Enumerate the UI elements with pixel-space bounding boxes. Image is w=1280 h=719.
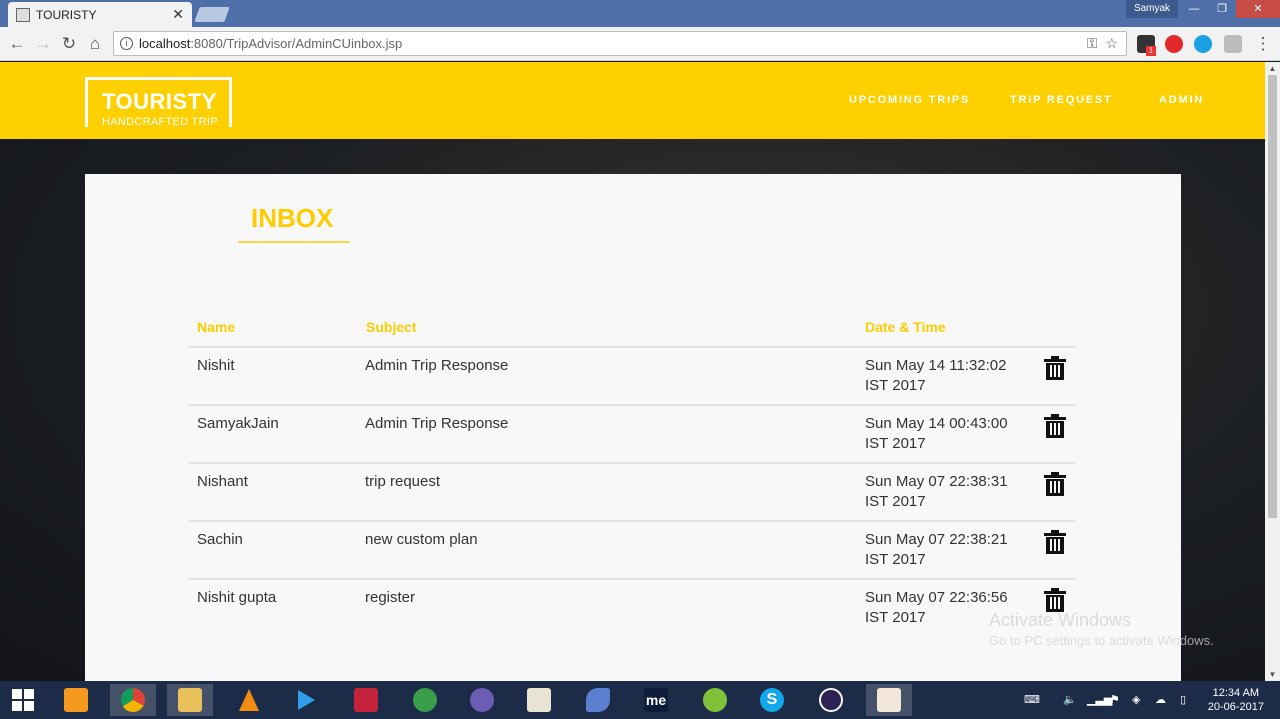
green-app-icon[interactable] [692,684,738,716]
row-name: Nishant [197,473,248,490]
browser-tab[interactable]: TOURISTY ✕ [8,2,192,27]
screen-recorder-icon[interactable] [343,684,389,716]
clock-date: 20-06-2017 [1207,701,1264,713]
scroll-down-icon[interactable]: ▼ [1265,668,1280,681]
watermark-subtitle: Go to PC settings to activate Windows. [989,633,1214,648]
volume-icon[interactable]: 🔈 [1063,693,1077,706]
activate-windows-watermark: Activate Windows Go to PC settings to ac… [989,610,1214,648]
scroll-up-icon[interactable]: ▲ [1265,62,1280,75]
dolphin-icon[interactable] [575,684,621,716]
skype-icon[interactable]: S [749,684,795,716]
address-bar[interactable]: i localhost:8080/TripAdvisor/AdminCUinbo… [113,31,1127,56]
trash-icon[interactable] [1044,414,1066,438]
row-subject: Admin Trip Response [365,415,509,432]
java-icon[interactable] [866,684,912,716]
row-name: Nishit [197,357,235,374]
globe-download-icon[interactable] [402,684,448,716]
row-subject: register [365,589,416,606]
nav-trip-request[interactable]: TRIP REQUEST [1010,94,1113,106]
windows-taskbar: me S ⌨ 🔈 ▁▃▅ ⚑ ◈ ☁ ▯ 12:34 AM 20-06-2017 [0,681,1280,719]
row-datetime: Sun May 07 22:36:56 IST 2017 [865,589,1008,626]
site-logo[interactable]: TOURISTY HANDCRAFTED TRIP [85,77,232,128]
battery-icon[interactable]: ▯ [1180,693,1186,706]
skype-extension-icon[interactable] [1194,35,1212,53]
notepad-icon[interactable] [516,684,562,716]
cloud-icon[interactable]: ☁ [1155,693,1166,706]
trash-icon[interactable] [1044,588,1066,612]
nav-admin[interactable]: ADMIN [1159,94,1204,106]
me-icon[interactable]: me [633,684,679,716]
torrent-icon[interactable] [459,684,505,716]
minimize-icon[interactable]: — [1180,0,1208,18]
scrollbar-thumb[interactable] [1268,75,1277,518]
window-controls: — ❐ ✕ [1180,0,1280,18]
table-row[interactable]: Nishit Admin Trip Response Sun May 14 11… [189,346,1075,404]
reload-icon[interactable]: ↻ [58,33,80,55]
row-datetime: Sun May 14 11:32:02 IST 2017 [865,357,1007,394]
chrome-icon[interactable] [110,684,156,716]
start-icon[interactable] [0,684,46,716]
row-subject: Admin Trip Response [365,357,509,374]
key-icon[interactable]: ⚿ [1087,35,1098,52]
clock-time: 12:34 AM [1212,687,1260,699]
title-underline [238,241,350,243]
page-title: INBOX [251,203,334,233]
column-header-name: Name [197,319,236,335]
inbox-panel: INBOX Name Subject Date & Time Nishit Ad… [85,174,1181,681]
trash-icon[interactable] [1044,356,1066,380]
extension-badge: 1 [1146,46,1156,56]
row-name: Sachin [197,531,243,548]
column-header-subject: Subject [366,319,417,335]
row-subject: trip request [365,473,441,490]
taskbar-clock[interactable]: 12:34 AM 20-06-2017 [1208,686,1264,714]
web-page: TOURISTY HANDCRAFTED TRIP UPCOMING TRIPS… [0,62,1265,681]
row-subject: new custom plan [365,531,478,548]
profile-user-badge[interactable]: Samyak [1126,0,1178,18]
column-header-datetime: Date & Time [865,319,946,335]
network-icon[interactable]: ◈ [1132,693,1140,706]
row-datetime: Sun May 07 22:38:21 IST 2017 [865,531,1008,568]
bookmark-star-icon[interactable]: ☆ [1105,35,1118,52]
watermark-title: Activate Windows [989,610,1132,630]
media-player-icon[interactable] [282,684,328,716]
row-name: Nishit gupta [197,589,277,606]
trash-icon[interactable] [1044,530,1066,554]
keyboard-icon[interactable]: ⌨ [1024,693,1040,706]
table-row[interactable]: Nishit gupta register Sun May 07 22:36:5… [189,578,1075,636]
eclipse-icon[interactable] [808,684,854,716]
signal-icon[interactable]: ▁▃▅ [1087,693,1112,706]
tab-close-icon[interactable]: ✕ [172,6,184,23]
row-name: SamyakJain [197,415,279,432]
back-icon[interactable]: ← [6,33,28,55]
info-icon[interactable]: i [120,37,133,50]
browser-toolbar: ← → ↻ ⌂ i localhost:8080/TripAdvisor/Adm… [0,27,1280,61]
trash-icon[interactable] [1044,472,1066,496]
table-row[interactable]: Sachin new custom plan Sun May 07 22:38:… [189,520,1075,578]
nav-upcoming-trips[interactable]: UPCOMING TRIPS [849,94,970,106]
tab-title: TOURISTY [36,7,97,22]
vlc-icon[interactable] [226,684,272,716]
home-icon[interactable]: ⌂ [84,33,106,55]
close-window-icon[interactable]: ✕ [1236,0,1280,18]
table-row[interactable]: Nishant trip request Sun May 07 22:38:31… [189,462,1075,520]
url-text: localhost:8080/TripAdvisor/AdminCUinbox.… [139,36,403,51]
restore-icon[interactable]: ❐ [1208,0,1236,18]
row-datetime: Sun May 07 22:38:31 IST 2017 [865,473,1008,510]
forward-icon[interactable]: → [32,33,54,55]
menu-icon[interactable]: ⋮ [1252,33,1274,55]
new-tab-button[interactable] [194,7,230,22]
browser-tabstrip: TOURISTY ✕ Samyak — ❐ ✕ [0,0,1280,27]
table-row[interactable]: SamyakJain Admin Trip Response Sun May 1… [189,404,1075,462]
file-explorer-icon[interactable] [167,684,213,716]
opera-icon[interactable] [1165,35,1183,53]
logo-title: TOURISTY [102,89,217,114]
server-manager-icon[interactable] [53,684,99,716]
logo-subtitle: HANDCRAFTED TRIP [102,116,218,128]
flag-icon[interactable]: ⚑ [1110,693,1120,706]
site-header: TOURISTY HANDCRAFTED TRIP UPCOMING TRIPS… [0,62,1265,139]
image-extension-icon[interactable] [1224,35,1242,53]
favicon-icon [16,7,30,22]
row-datetime: Sun May 14 00:43:00 IST 2017 [865,415,1008,452]
